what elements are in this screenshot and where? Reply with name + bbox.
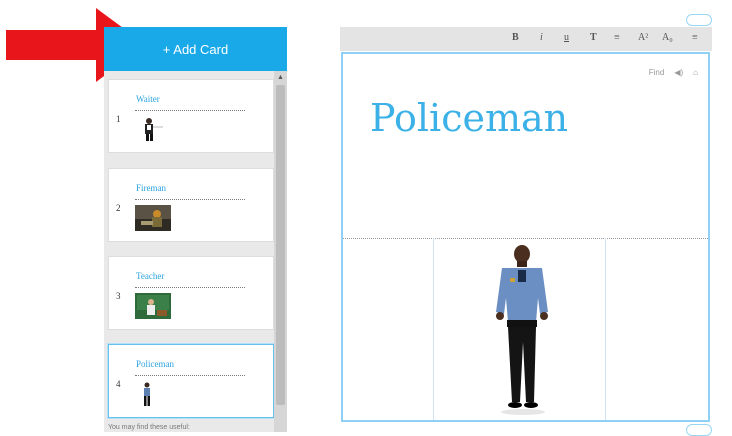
dotted-rule	[135, 375, 245, 376]
card-list-scrollbar[interactable]: ▲	[274, 71, 287, 432]
italic-button[interactable]: i	[540, 32, 543, 43]
card-editor[interactable]: Find ◀) ⌂ Policeman	[341, 52, 710, 422]
dotted-rule	[135, 287, 245, 288]
audio-icon[interactable]: ◀)	[674, 68, 683, 77]
subscript-button[interactable]: A₀	[662, 32, 673, 43]
card-title: Waiter	[136, 94, 160, 104]
dotted-rule	[135, 199, 245, 200]
add-card-button[interactable]: + Add Card	[104, 27, 287, 71]
card-number: 3	[116, 291, 121, 301]
dotted-rule	[135, 110, 245, 111]
dotted-divider	[343, 238, 708, 239]
editor-controls: Find ◀) ⌂	[649, 68, 698, 77]
more-options-button[interactable]: ≡	[692, 32, 698, 43]
decorative-ring	[686, 424, 712, 436]
card-item-policeman[interactable]: Policeman 4	[108, 344, 274, 418]
policeman-thumbnail	[144, 382, 150, 406]
card-item-waiter[interactable]: Waiter 1	[108, 79, 274, 153]
list-button[interactable]: ≡	[614, 32, 620, 43]
decorative-ring	[686, 14, 712, 26]
add-card-label: + Add Card	[162, 41, 229, 57]
card-number: 1	[116, 114, 121, 124]
card-title: Teacher	[136, 271, 165, 281]
card-title: Fireman	[136, 183, 166, 193]
find-button[interactable]: Find	[649, 68, 665, 77]
column-divider	[605, 238, 606, 420]
card-title-text[interactable]: Policeman	[370, 96, 568, 140]
card-item-fireman[interactable]: Fireman 2	[108, 168, 274, 242]
fireman-thumbnail	[135, 205, 171, 231]
bold-button[interactable]: B	[512, 32, 519, 43]
policeman-image[interactable]	[488, 242, 556, 417]
teacher-thumbnail	[135, 293, 171, 319]
card-title: Policeman	[136, 359, 174, 369]
image-icon[interactable]: ⌂	[693, 68, 698, 77]
waiter-thumbnail	[145, 118, 163, 141]
card-list: Waiter 1 Fireman 2 Teacher 3 Policeman 4	[104, 71, 287, 432]
text-style-button[interactable]: T	[590, 32, 597, 43]
app-window: + Add Card Waiter 1 Fireman 2 Teacher 3 …	[0, 0, 732, 436]
card-number: 4	[116, 379, 121, 389]
scroll-thumb[interactable]	[276, 85, 285, 405]
format-toolbar: B i u T ≡ A² A₀ ≡	[340, 27, 712, 51]
card-item-teacher[interactable]: Teacher 3	[108, 256, 274, 330]
column-divider	[433, 238, 434, 420]
scroll-up-icon[interactable]: ▲	[277, 74, 284, 81]
footnote-text: You may find these useful:	[108, 424, 190, 431]
card-number: 2	[116, 203, 121, 213]
underline-button[interactable]: u	[564, 32, 569, 43]
superscript-button[interactable]: A²	[638, 32, 648, 43]
